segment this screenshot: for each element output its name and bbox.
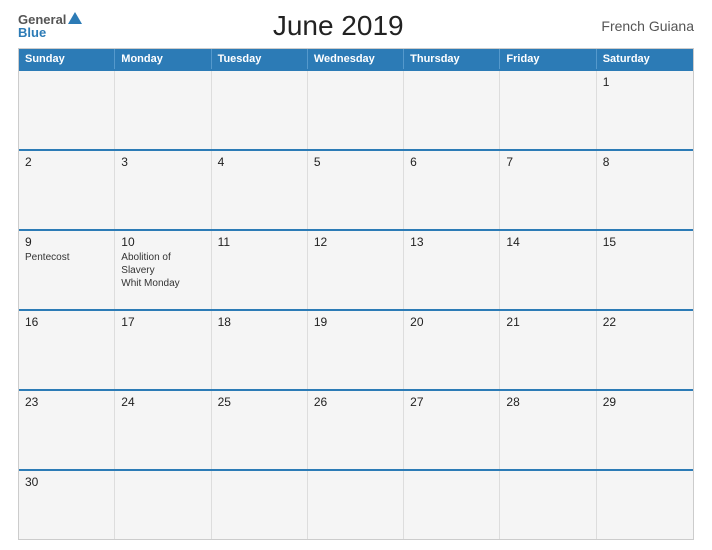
cal-week-row: 30 [19,469,693,539]
cal-day-cell: 22 [597,311,693,389]
calendar-title: June 2019 [82,10,594,42]
cal-day-cell [212,71,308,149]
day-number: 23 [25,395,108,409]
cal-day-cell: 20 [404,311,500,389]
cal-header-day: Saturday [597,49,693,69]
cal-day-cell [404,471,500,539]
day-number: 14 [506,235,589,249]
cal-day-cell [597,471,693,539]
page: General Blue June 2019 French Guiana Sun… [0,0,712,550]
cal-day-cell: 8 [597,151,693,229]
day-event: Pentecost [25,251,108,264]
day-number: 16 [25,315,108,329]
cal-week-row: 23 24 25 26 27 28 29 [19,389,693,469]
day-number: 17 [121,315,204,329]
cal-header-day: Friday [500,49,596,69]
cal-day-cell: 2 [19,151,115,229]
day-number: 19 [314,315,397,329]
cal-day-cell [308,71,404,149]
cal-day-cell: 24 [115,391,211,469]
cal-day-cell: 26 [308,391,404,469]
cal-day-cell [19,71,115,149]
cal-day-cell: 14 [500,231,596,309]
day-number: 8 [603,155,687,169]
cal-day-cell: 28 [500,391,596,469]
cal-day-cell: 5 [308,151,404,229]
day-number: 12 [314,235,397,249]
day-number: 6 [410,155,493,169]
cal-day-cell: 9 Pentecost [19,231,115,309]
logo-blue-text: Blue [18,26,46,39]
cal-day-cell: 16 [19,311,115,389]
logo-triangle-icon [68,12,82,24]
day-event: Abolition of Slavery [121,251,204,277]
logo: General Blue [18,13,82,39]
cal-day-cell: 7 [500,151,596,229]
cal-day-cell: 15 [597,231,693,309]
cal-day-cell: 23 [19,391,115,469]
day-number: 21 [506,315,589,329]
day-number: 29 [603,395,687,409]
cal-day-cell [500,471,596,539]
cal-day-cell [115,71,211,149]
region-label: French Guiana [594,18,694,34]
cal-day-cell: 30 [19,471,115,539]
cal-header-day: Sunday [19,49,115,69]
day-number: 22 [603,315,687,329]
cal-day-cell: 4 [212,151,308,229]
cal-day-cell: 3 [115,151,211,229]
calendar: SundayMondayTuesdayWednesdayThursdayFrid… [18,48,694,540]
day-number: 20 [410,315,493,329]
day-number: 15 [603,235,687,249]
day-number: 10 [121,235,204,249]
day-number: 1 [603,75,687,89]
cal-week-row: 2345678 [19,149,693,229]
cal-day-cell: 18 [212,311,308,389]
day-number: 24 [121,395,204,409]
cal-week-row: 16 17 18 19 20 21 22 [19,309,693,389]
cal-day-cell: 21 [500,311,596,389]
cal-day-cell: 13 [404,231,500,309]
cal-day-cell: 29 [597,391,693,469]
day-number: 4 [218,155,301,169]
cal-day-cell [115,471,211,539]
header: General Blue June 2019 French Guiana [18,10,694,42]
day-number: 13 [410,235,493,249]
day-number: 18 [218,315,301,329]
cal-day-cell: 6 [404,151,500,229]
day-number: 3 [121,155,204,169]
cal-day-cell: 12 [308,231,404,309]
cal-day-cell: 19 [308,311,404,389]
day-number: 5 [314,155,397,169]
day-number: 7 [506,155,589,169]
cal-day-cell [404,71,500,149]
cal-week-row: 1 [19,69,693,149]
day-number: 11 [218,235,301,249]
day-number: 25 [218,395,301,409]
cal-header-day: Thursday [404,49,500,69]
calendar-body: 123456789Pentecost10Abolition of Slavery… [19,69,693,539]
day-number: 2 [25,155,108,169]
cal-day-cell [212,471,308,539]
cal-day-cell [500,71,596,149]
day-number: 30 [25,475,108,489]
cal-header-day: Wednesday [308,49,404,69]
cal-day-cell: 17 [115,311,211,389]
day-number: 28 [506,395,589,409]
cal-day-cell: 11 [212,231,308,309]
cal-week-row: 9 Pentecost 10 Abolition of SlaveryWhit Mon… [19,229,693,309]
cal-day-cell: 1 [597,71,693,149]
day-number: 27 [410,395,493,409]
cal-day-cell [308,471,404,539]
cal-header-day: Tuesday [212,49,308,69]
day-number: 9 [25,235,108,249]
cal-day-cell: 27 [404,391,500,469]
day-event: Whit Monday [121,277,204,290]
calendar-header-row: SundayMondayTuesdayWednesdayThursdayFrid… [19,49,693,69]
cal-header-day: Monday [115,49,211,69]
cal-day-cell: 25 [212,391,308,469]
cal-day-cell: 10 Abolition of SlaveryWhit Monday [115,231,211,309]
day-number: 26 [314,395,397,409]
